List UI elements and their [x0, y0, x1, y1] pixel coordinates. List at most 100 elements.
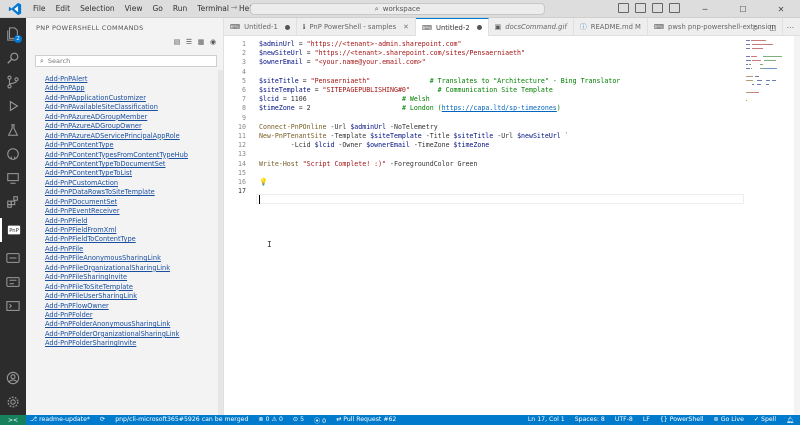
- command-link[interactable]: Add-PnPFileSharingInvite: [45, 273, 220, 282]
- pull-request-status[interactable]: ⇄ Pull Request #62: [336, 416, 396, 425]
- command-link[interactable]: Add-PnPDataRowsToSiteTemplate: [45, 188, 220, 197]
- grid-icon[interactable]: ▦: [197, 38, 205, 46]
- settings-gear-icon[interactable]: [0, 390, 26, 414]
- command-link[interactable]: Add-PnPFolderOrganizationalSharingLink: [45, 330, 220, 339]
- toggle-secondary-sidebar-icon[interactable]: [652, 3, 663, 13]
- menu-item-view[interactable]: View: [120, 4, 148, 13]
- command-link[interactable]: Add-PnPApplicationCustomizer: [45, 94, 220, 103]
- command-link[interactable]: Add-PnPFlowOwner: [45, 302, 220, 311]
- terminal-view-icon[interactable]: [0, 294, 26, 318]
- close-icon[interactable]: ✕: [762, 0, 800, 18]
- menu-item-go[interactable]: Go: [147, 4, 167, 13]
- tab-2[interactable]: ⌨ Untitled-2: [415, 18, 489, 36]
- go-live-button[interactable]: ⊚ Go Live: [714, 416, 744, 424]
- command-link[interactable]: Add-PnPFolder: [45, 311, 220, 320]
- command-link[interactable]: Add-PnPAzureADGroupOwner: [45, 122, 220, 131]
- more-actions-icon[interactable]: ⋯: [787, 23, 795, 32]
- remote-explorer-icon[interactable]: [0, 166, 26, 190]
- tab-3[interactable]: ▣ docsCommand.gif: [489, 18, 574, 36]
- split-editor-icon[interactable]: ◫: [769, 23, 776, 32]
- unsaved-dot-icon[interactable]: [284, 24, 290, 30]
- command-link[interactable]: Add-PnPFileUserSharingLink: [45, 292, 220, 301]
- menu-item-edit[interactable]: Edit: [51, 4, 76, 13]
- tab-4[interactable]: ⓘ README.md M: [574, 18, 648, 36]
- code-editor[interactable]: 1 $adminUrl = "https://<tenant>-admin.sha…: [224, 36, 744, 415]
- command-center[interactable]: ⌕ workspace: [250, 3, 545, 15]
- back-arrow-icon[interactable]: ←: [216, 3, 223, 12]
- editor-scrollbar[interactable]: [794, 36, 800, 415]
- command-link[interactable]: Add-PnPFileAnonymousSharingLink: [45, 254, 220, 263]
- command-link[interactable]: Add-PnPContentType: [45, 141, 220, 150]
- command-link[interactable]: Add-PnPAlert: [45, 75, 220, 84]
- list-icon[interactable]: ☰: [185, 38, 193, 46]
- command-search-input[interactable]: [47, 57, 208, 65]
- count-status[interactable]: ⦿ 0: [314, 416, 326, 425]
- github-link-icon[interactable]: ◉: [209, 38, 217, 46]
- notifications-bell-icon[interactable]: 🔔︎: [786, 416, 794, 424]
- pnp-powershell-icon[interactable]: PnP: [0, 218, 26, 242]
- explorer-icon[interactable]: 2: [0, 22, 26, 46]
- unsaved-dot-icon[interactable]: [476, 25, 482, 30]
- pr-status[interactable]: pnp/cli-microsoft365#5926 can be merged: [115, 416, 248, 425]
- search-view-icon[interactable]: [0, 46, 26, 70]
- command-link[interactable]: Add-PnPFile: [45, 245, 220, 254]
- cursor-position[interactable]: Ln 17, Col 1: [528, 416, 565, 424]
- lightbulb-icon[interactable]: 💡: [259, 178, 268, 186]
- code-link[interactable]: https://capa.ltd/sp-timezones: [442, 104, 557, 112]
- command-link[interactable]: Add-PnPEventReceiver: [45, 207, 220, 216]
- command-link[interactable]: Add-PnPAzureADGroupMember: [45, 113, 220, 122]
- ports-status[interactable]: ⊙ 5: [293, 416, 304, 425]
- command-link[interactable]: Add-PnPFieldFromXml: [45, 226, 220, 235]
- command-link[interactable]: Add-PnPContentTypeToList: [45, 169, 220, 178]
- menu-item-selection[interactable]: Selection: [75, 4, 120, 13]
- command-link[interactable]: Add-PnPFolderSharingInvite: [45, 339, 220, 348]
- problems-status[interactable]: ⊗ 0 ⚠ 0: [258, 416, 283, 425]
- close-tab-icon[interactable]: ✕: [403, 23, 409, 31]
- branch-status[interactable]: ⎇ readme-update*: [30, 416, 90, 425]
- command-search[interactable]: ⌕: [35, 55, 217, 67]
- menu-item-file[interactable]: File: [28, 4, 51, 13]
- minimize-icon[interactable]: ─: [686, 0, 724, 18]
- command-link[interactable]: Add-PnPFieldToContentType: [45, 235, 220, 244]
- source-control-icon[interactable]: [0, 70, 26, 94]
- command-link[interactable]: Add-PnPCustomAction: [45, 179, 220, 188]
- spell-status[interactable]: ✓ Spell: [754, 416, 776, 424]
- end-of-line[interactable]: LF: [643, 416, 650, 424]
- command-link[interactable]: Add-PnPFileToSiteTemplate: [45, 283, 220, 292]
- github-icon[interactable]: [0, 142, 26, 166]
- toggle-panel-icon[interactable]: [635, 3, 646, 13]
- extensions-icon[interactable]: [0, 190, 26, 214]
- command-link[interactable]: Add-PnPAzureADServicePrincipalAppRole: [45, 132, 220, 141]
- customize-layout-icon[interactable]: [669, 3, 680, 13]
- language-mode[interactable]: {} PowerShell: [660, 416, 704, 424]
- command-link[interactable]: Add-PnPFileOrganizationalSharingLink: [45, 264, 220, 273]
- command-link[interactable]: Add-PnPAvailableSiteClassification: [45, 103, 220, 112]
- command-link[interactable]: Add-PnPApp: [45, 84, 220, 93]
- activity-bar: 2 PnP: [0, 18, 26, 415]
- minimap[interactable]: [744, 36, 794, 415]
- tab-1[interactable]: ℹ PnP PowerShell - samples ✕: [297, 18, 416, 36]
- docs-icon[interactable]: ▤: [173, 38, 181, 46]
- minimap-line: [760, 64, 764, 66]
- forward-arrow-icon[interactable]: →: [231, 3, 238, 12]
- pnp-extension-icon-3[interactable]: [0, 270, 26, 294]
- testing-icon[interactable]: [0, 118, 26, 142]
- remote-indicator[interactable]: ><: [0, 415, 26, 425]
- command-link[interactable]: Add-PnPFolderAnonymousSharingLink: [45, 320, 220, 329]
- command-link[interactable]: Add-PnPContentTypesFromContentTypeHub: [45, 151, 220, 160]
- menu-item-run[interactable]: Run: [168, 4, 192, 13]
- encoding[interactable]: UTF-8: [615, 416, 633, 424]
- tab-0[interactable]: ⌨ Untitled-1: [224, 18, 297, 36]
- run-debug-icon[interactable]: [0, 94, 26, 118]
- indentation[interactable]: Spaces: 8: [575, 416, 605, 424]
- account-icon[interactable]: [0, 366, 26, 390]
- run-script-icon[interactable]: ▷: [754, 23, 760, 32]
- command-link[interactable]: Add-PnPField: [45, 217, 220, 226]
- sync-icon[interactable]: ⟳: [100, 416, 105, 425]
- command-link[interactable]: Add-PnPContentTypeToDocumentSet: [45, 160, 220, 169]
- toggle-sidebar-icon[interactable]: [618, 3, 629, 13]
- sidebar-scrollbar[interactable]: [218, 70, 223, 415]
- pnp-extension-icon-2[interactable]: [0, 246, 26, 270]
- command-link[interactable]: Add-PnPDocumentSet: [45, 198, 220, 207]
- maximize-icon[interactable]: ☐: [724, 0, 762, 18]
